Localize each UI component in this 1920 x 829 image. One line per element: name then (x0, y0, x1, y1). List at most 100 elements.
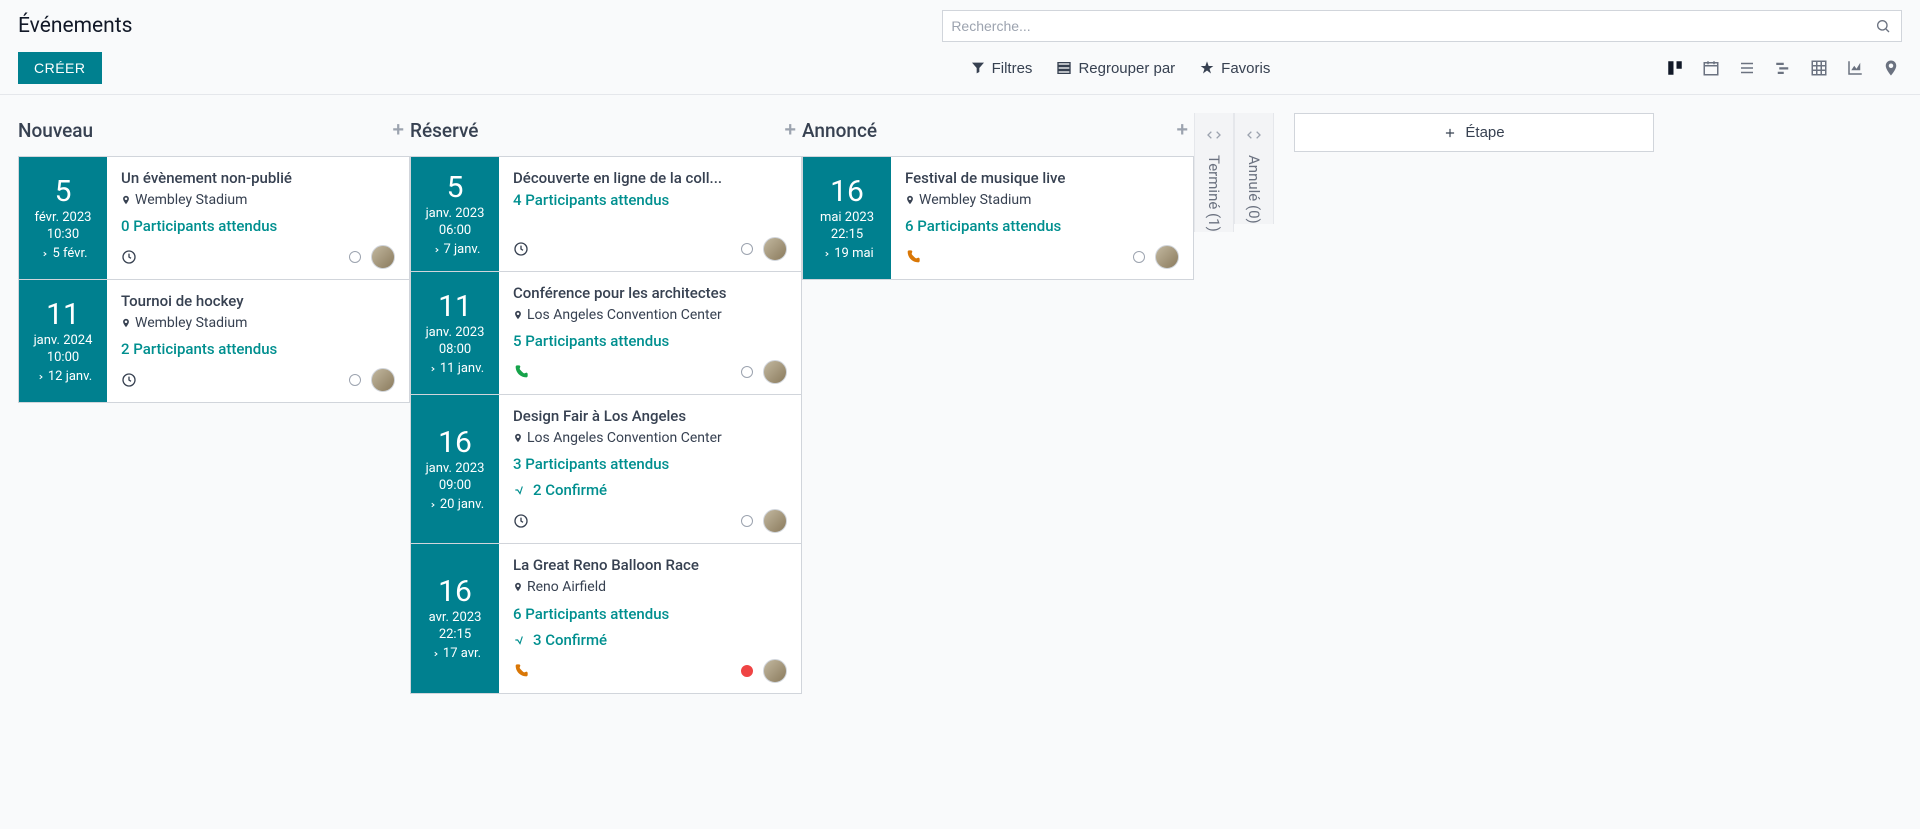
search-icon[interactable] (1873, 16, 1893, 36)
unfold-icon (1206, 127, 1222, 143)
page-title: Événements (18, 14, 922, 38)
column-cards: 16 mai 2023 22:15 19 mai Festival de mus… (802, 156, 1194, 279)
event-card[interactable]: 11 janv. 2024 10:00 12 janv. Tournoi de … (18, 279, 410, 403)
add-stage-container: Étape (1294, 113, 1654, 152)
card-time: 10:30 (47, 227, 79, 242)
avatar[interactable] (763, 509, 787, 533)
view-pivot-icon[interactable] (1808, 57, 1830, 79)
status-dot-icon[interactable] (1133, 251, 1145, 263)
event-card[interactable]: 16 avr. 2023 22:15 17 avr. La Great Reno… (410, 543, 802, 693)
favorites-label: Favoris (1221, 60, 1270, 77)
card-attendees[interactable]: 3 Participants attendus (513, 455, 787, 473)
add-stage-button[interactable]: Étape (1294, 113, 1654, 152)
card-confirmed: 2 Confirmé (513, 481, 787, 499)
card-month: févr. 2023 (35, 210, 92, 225)
column-cards: 5 févr. 2023 10:30 5 févr. Un évènement … (18, 156, 410, 402)
column-header: Nouveau + (18, 113, 410, 156)
card-end-date: 11 janv. (426, 361, 484, 376)
card-day: 11 (46, 298, 80, 331)
filters-label: Filtres (992, 60, 1033, 77)
search-input[interactable] (951, 18, 1873, 34)
avatar[interactable] (371, 245, 395, 269)
card-body: La Great Reno Balloon Race Reno Airfield… (499, 544, 801, 692)
favorites-button[interactable]: Favoris (1199, 60, 1270, 77)
folded-column-label: Terminé (1) (1205, 155, 1223, 232)
card-end-date: 20 janv. (426, 497, 484, 512)
kanban-column: Réservé + 5 janv. 2023 06:00 7 janv. Déc… (410, 113, 802, 693)
avatar[interactable] (371, 368, 395, 392)
folded-column[interactable]: Terminé (1) (1194, 113, 1234, 232)
status-dot-icon[interactable] (741, 243, 753, 255)
add-stage-label: Étape (1465, 124, 1504, 141)
card-title: Un évènement non-publié (121, 169, 395, 187)
card-date-block: 16 janv. 2023 09:00 20 janv. (411, 395, 499, 543)
card-location: Wembley Stadium (121, 191, 395, 209)
card-activity-icon[interactable] (905, 249, 921, 265)
card-title: Conférence pour les architectes (513, 284, 787, 302)
card-day: 5 (55, 175, 72, 208)
create-button[interactable]: CRÉER (18, 52, 102, 84)
card-activity-icon[interactable] (121, 372, 137, 388)
card-body: Tournoi de hockey Wembley Stadium 2 Part… (107, 280, 409, 402)
card-date-block: 5 févr. 2023 10:30 5 févr. (19, 157, 107, 279)
card-attendees[interactable]: 4 Participants attendus (513, 191, 787, 209)
filters-button[interactable]: Filtres (970, 60, 1033, 77)
kanban-board: Nouveau + 5 févr. 2023 10:30 5 févr. Un … (0, 95, 1920, 711)
column-add-button[interactable]: + (1170, 119, 1194, 142)
groupby-button[interactable]: Regrouper par (1056, 60, 1175, 77)
card-location: Los Angeles Convention Center (513, 429, 787, 447)
card-attendees[interactable]: 5 Participants attendus (513, 332, 787, 350)
view-calendar-icon[interactable] (1700, 57, 1722, 79)
column-title: Nouveau (18, 119, 93, 142)
card-day: 5 (447, 171, 464, 204)
card-attendees[interactable]: 6 Participants attendus (513, 605, 787, 623)
view-list-icon[interactable] (1736, 57, 1758, 79)
avatar[interactable] (763, 360, 787, 384)
status-dot-icon[interactable] (741, 366, 753, 378)
event-card[interactable]: 5 févr. 2023 10:30 5 févr. Un évènement … (18, 156, 410, 280)
search-container[interactable] (942, 10, 1902, 42)
status-dot-icon[interactable] (741, 665, 753, 677)
card-date-block: 11 janv. 2023 08:00 11 janv. (411, 272, 499, 394)
column-title: Annoncé (802, 119, 877, 142)
card-activity-icon[interactable] (513, 364, 529, 380)
card-activity-icon[interactable] (513, 663, 529, 679)
card-activity-icon[interactable] (121, 249, 137, 265)
event-card[interactable]: 16 janv. 2023 09:00 20 janv. Design Fair… (410, 394, 802, 544)
event-card[interactable]: 11 janv. 2023 08:00 11 janv. Conférence … (410, 271, 802, 395)
view-gantt-icon[interactable] (1772, 57, 1794, 79)
card-activity-icon[interactable] (513, 513, 529, 529)
avatar[interactable] (763, 659, 787, 683)
card-end-date: 7 janv. (430, 242, 481, 257)
card-title: Découverte en ligne de la coll... (513, 169, 787, 187)
view-map-icon[interactable] (1880, 57, 1902, 79)
card-time: 10:00 (47, 350, 79, 365)
event-card[interactable]: 16 mai 2023 22:15 19 mai Festival de mus… (802, 156, 1194, 280)
card-attendees[interactable]: 2 Participants attendus (121, 340, 395, 358)
column-add-button[interactable]: + (778, 119, 802, 142)
card-date-block: 5 janv. 2023 06:00 7 janv. (411, 157, 499, 271)
unfold-icon (1246, 127, 1262, 143)
avatar[interactable] (763, 237, 787, 261)
column-add-button[interactable]: + (386, 119, 410, 142)
card-location: Wembley Stadium (121, 314, 395, 332)
card-activity-icon[interactable] (513, 241, 529, 257)
card-day: 16 (438, 426, 472, 459)
avatar[interactable] (1155, 245, 1179, 269)
card-title: Tournoi de hockey (121, 292, 395, 310)
card-month: mai 2023 (820, 210, 874, 225)
card-date-block: 16 avr. 2023 22:15 17 avr. (411, 544, 499, 692)
event-card[interactable]: 5 janv. 2023 06:00 7 janv. Découverte en… (410, 156, 802, 272)
status-dot-icon[interactable] (349, 374, 361, 386)
card-attendees[interactable]: 0 Participants attendus (121, 217, 395, 235)
status-dot-icon[interactable] (349, 251, 361, 263)
view-kanban-icon[interactable] (1664, 57, 1686, 79)
status-dot-icon[interactable] (741, 515, 753, 527)
card-date-block: 16 mai 2023 22:15 19 mai (803, 157, 891, 279)
folded-column[interactable]: Annulé (0) (1234, 113, 1274, 224)
card-title: Festival de musique live (905, 169, 1179, 187)
view-switcher (1664, 57, 1902, 79)
card-body: Découverte en ligne de la coll... 4 Part… (499, 157, 801, 271)
view-graph-icon[interactable] (1844, 57, 1866, 79)
card-attendees[interactable]: 6 Participants attendus (905, 217, 1179, 235)
